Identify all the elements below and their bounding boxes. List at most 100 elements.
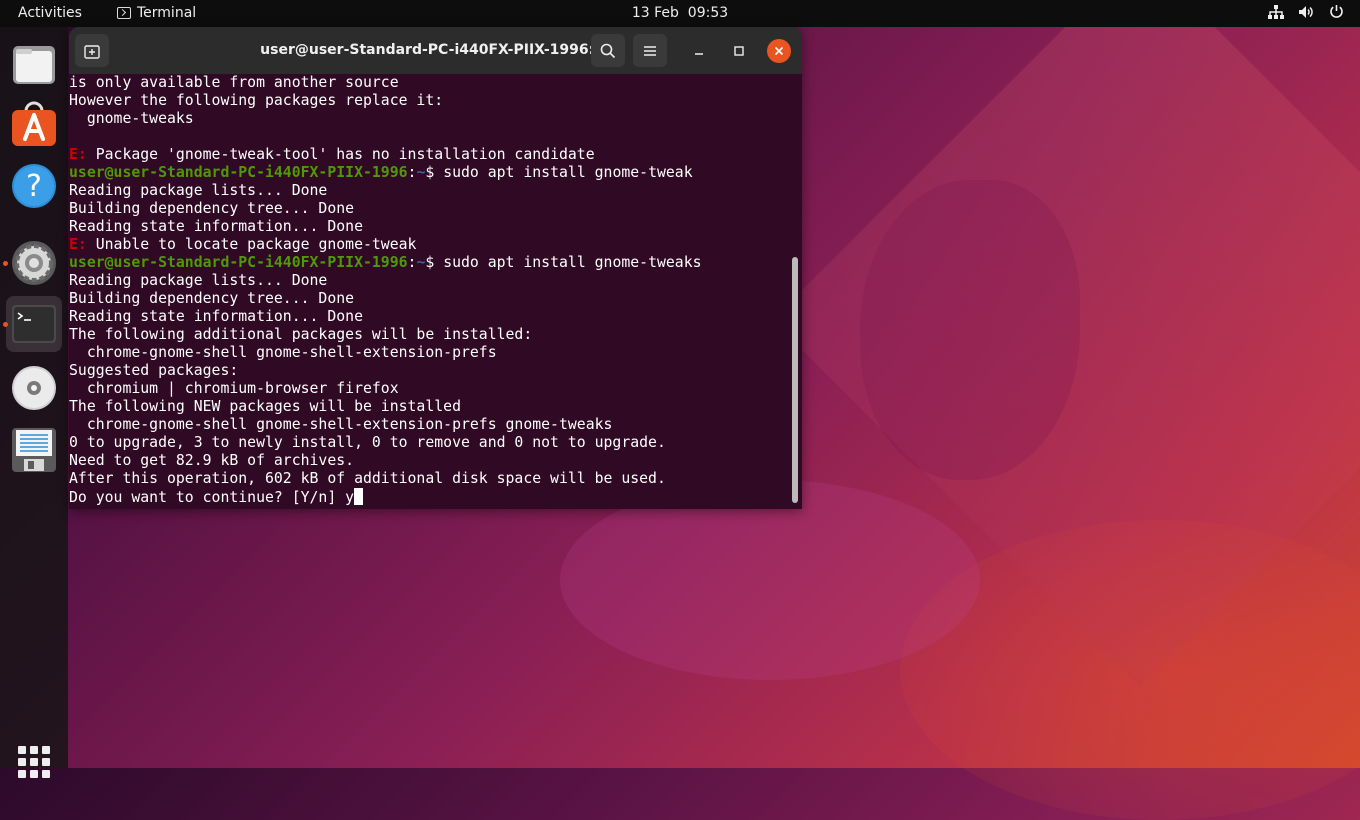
terminal-line: E: Unable to locate package gnome-tweak [69,236,793,254]
terminal-line: 0 to upgrade, 3 to newly install, 0 to r… [69,434,793,452]
activities-button[interactable]: Activities [18,5,82,21]
output-text: chrome-gnome-shell gnome-shell-extension… [69,344,497,361]
power-icon [1330,5,1343,18]
terminal-line: user@user-Standard-PC-i440FX-PIIX-1996:~… [69,254,793,272]
help-icon: ? [12,164,56,208]
clock-button[interactable]: 13 Feb 09:53 [632,5,728,21]
text-cursor [354,488,364,505]
command-text: $ sudo apt install gnome-tweaks [425,254,702,271]
output-text: chromium | chromium-browser firefox [69,380,399,397]
output-text: Reading package lists... Done [69,182,328,199]
hamburger-icon [644,45,656,56]
terminal-line: gnome-tweaks [69,110,793,128]
software-icon [12,101,56,146]
dock-item-help[interactable]: ? [6,158,62,214]
files-icon [13,46,55,84]
command-text: $ sudo apt install gnome-tweak [425,164,693,181]
output-text: Need to get 82.9 kB of archives. [69,452,355,469]
time-label: 09:53 [687,5,729,21]
dock-item-settings[interactable] [3,235,62,291]
terminal-line: However the following packages replace i… [69,92,793,110]
output-text: Reading package lists... Done [69,272,328,289]
terminal-line: Suggested packages: [69,362,793,380]
terminal-line: Building dependency tree... Done [69,200,793,218]
output-text: However the following packages replace i… [69,92,444,109]
output-text: Reading state information... Done [69,218,363,235]
terminal-icon [12,305,56,343]
error-prefix: E: [69,236,87,253]
dock: ? [0,27,68,778]
terminal-line: Do you want to continue? [Y/n] y [69,488,793,506]
close-icon [774,46,784,56]
wallpaper-mascot-shape [560,480,980,680]
minimize-button[interactable] [687,39,711,63]
running-indicator [3,261,8,266]
terminal-line: The following NEW packages will be insta… [69,398,793,416]
error-prefix: E: [69,146,87,163]
output-text: Reading state information... Done [69,308,363,325]
clock: 13 Feb 09:53 [0,5,1360,21]
output-text: 0 to upgrade, 3 to newly install, 0 to r… [69,434,666,451]
volume-icon [1299,5,1313,18]
output-text: Suggested packages: [69,362,239,379]
app-menu[interactable]: Terminal [117,5,196,21]
show-applications-button[interactable] [18,746,50,778]
terminal-output[interactable]: is only available from another source How… [69,74,793,509]
svg-text:?: ? [26,169,42,204]
terminal-line: is only available from another source [69,74,793,92]
maximize-icon [734,46,744,56]
error-text: Package 'gnome-tweak-tool' has no instal… [86,146,595,163]
dock-item-disc[interactable] [6,360,62,416]
dock-item-files[interactable] [6,36,62,92]
terminal-line: chrome-gnome-shell gnome-shell-extension… [69,416,793,434]
terminal-window: user@user-Standard-PC-i440FX-PIIX-1996: … [69,27,802,509]
app-menu-label: Terminal [137,5,197,21]
search-button[interactable] [591,34,625,67]
system-menu[interactable] [1268,4,1344,19]
terminal-line: After this operation, 602 kB of addition… [69,470,793,488]
top-bar: Activities Terminal 13 Feb 09:53 [0,0,1360,27]
output-text: gnome-tweaks [69,110,194,127]
output-text: Building dependency tree... Done [69,290,355,307]
terminal-line: Reading state information... Done [69,218,793,236]
terminal-icon [117,7,131,19]
network-icon [1268,4,1284,19]
prompt-user: user@user-Standard-PC-i440FX-PIIX-1996 [69,254,408,271]
output-text: chrome-gnome-shell gnome-shell-extension… [69,416,613,433]
output-text: The following NEW packages will be insta… [69,398,461,415]
terminal-line: user@user-Standard-PC-i440FX-PIIX-1996:~… [69,164,793,182]
running-indicator [3,322,8,327]
settings-icon [12,241,56,285]
header-bar: user@user-Standard-PC-i440FX-PIIX-1996: … [69,27,802,74]
output-text: Building dependency tree... Done [69,200,355,217]
output-text: is only available from another source [69,74,399,91]
terminal-line: Reading package lists... Done [69,182,793,200]
dock-item-floppy[interactable] [6,422,62,478]
output-text: The following additional packages will b… [69,326,533,343]
scrollbar[interactable] [792,257,798,503]
terminal-line: chrome-gnome-shell gnome-shell-extension… [69,344,793,362]
maximize-button[interactable] [727,39,751,63]
terminal-line: The following additional packages will b… [69,326,793,344]
search-icon [600,43,616,58]
terminal-line: E: Package 'gnome-tweak-tool' has no ins… [69,146,793,164]
close-button[interactable] [767,39,791,63]
dock-item-terminal[interactable] [3,296,62,352]
error-text: Unable to locate package gnome-tweak [86,236,417,253]
dock-item-software[interactable] [6,96,62,152]
terminal-line: Need to get 82.9 kB of archives. [69,452,793,470]
terminal-line: Building dependency tree... Done [69,290,793,308]
prompt-user: user@user-Standard-PC-i440FX-PIIX-1996 [69,164,408,181]
terminal-line: Reading package lists... Done [69,272,793,290]
wallpaper-mascot-shape [860,180,1080,480]
disc-icon [12,366,56,410]
input-prompt-text: Do you want to continue? [Y/n] y [69,489,355,506]
terminal-line: Reading state information... Done [69,308,793,326]
menu-button[interactable] [633,34,667,67]
date-label: 13 Feb [631,5,679,21]
output-text: After this operation, 602 kB of addition… [69,470,666,487]
terminal-line: chromium | chromium-browser firefox [69,380,793,398]
minimize-icon [695,53,703,55]
floppy-icon [12,428,56,472]
